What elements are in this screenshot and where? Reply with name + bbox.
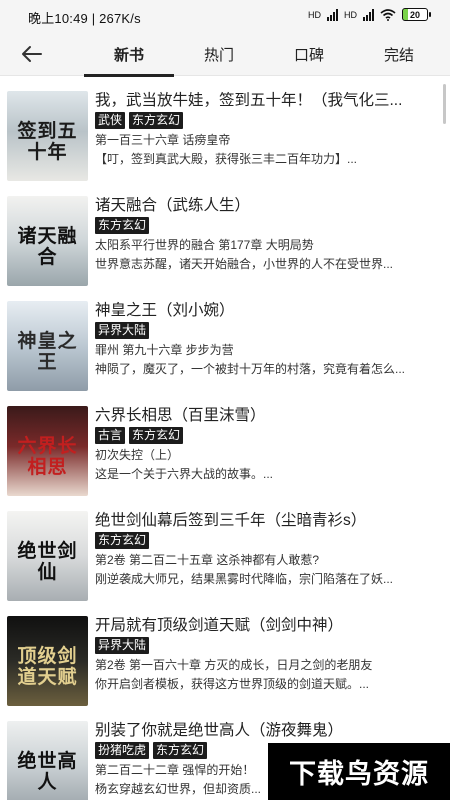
cover-title-text: 顶级剑道天赋: [17, 646, 78, 688]
back-button[interactable]: [18, 40, 46, 68]
cover-title-text: 诸天融合: [17, 226, 78, 268]
book-tags: 武侠 东方玄幻: [95, 112, 443, 130]
genre-tag: 东方玄幻: [129, 427, 184, 444]
book-description: 刚逆袭成大师兄，结果黑雾时代降临，宗门陷落在了妖...: [95, 572, 394, 586]
book-cover[interactable]: 诸天融合: [7, 196, 88, 286]
genre-tag: 东方玄幻: [129, 112, 184, 129]
latest-chapter: 太阳系平行世界的融合 第177章 大明局势: [95, 238, 314, 252]
book-description: 这是一个关于六界大战的故事。...: [95, 467, 274, 481]
book-cover[interactable]: 绝世高人: [7, 721, 88, 800]
battery-icon: 20: [402, 8, 431, 21]
genre-tag: 东方玄幻: [95, 217, 150, 234]
book-title[interactable]: 六界长相思（百里沫雪）: [95, 405, 443, 427]
book-list-item[interactable]: 签到五十年 我，武当放牛娃，签到五十年！（我气化三... 武侠 东方玄幻第一百三十六章…: [0, 80, 450, 185]
book-list-item[interactable]: 顶级剑道天赋 开局就有顶级剑道天赋（剑剑中神） 异界大陆第2卷 第一百六十章 方灭的…: [0, 605, 450, 710]
book-info: 绝世剑仙幕后签到三千年（尘暗青衫s） 东方玄幻第2卷 第二百二十五章 这杀神都有人…: [95, 510, 443, 589]
tab-1[interactable]: 热门: [174, 32, 264, 76]
signal-icon: [327, 8, 338, 21]
book-tags: 异界大陆: [95, 637, 443, 655]
genre-tag: 东方玄幻: [95, 532, 150, 549]
cover-title-text: 绝世高人: [17, 751, 78, 793]
book-title[interactable]: 绝世剑仙幕后签到三千年（尘暗青衫s）: [95, 510, 443, 532]
book-title[interactable]: 我，武当放牛娃，签到五十年！（我气化三...: [95, 90, 443, 112]
status-time: 晚上10:49 | 267K/s: [28, 11, 141, 26]
tab-0[interactable]: 新书: [84, 32, 174, 77]
book-info: 诸天融合（武练人生） 东方玄幻太阳系平行世界的融合 第177章 大明局势世界意志苏…: [95, 195, 443, 274]
book-cover[interactable]: 六界长相思: [7, 406, 88, 496]
net-type-label-2: HD: [344, 9, 357, 20]
cover-title-text: 神皇之王: [17, 331, 78, 373]
cover-title-text: 六界长相思: [17, 436, 78, 478]
book-tags: 东方玄幻: [95, 532, 443, 550]
arrow-left-icon: [22, 46, 42, 62]
book-list-item[interactable]: 诸天融合 诸天融合（武练人生） 东方玄幻太阳系平行世界的融合 第177章 大明局势世…: [0, 185, 450, 290]
book-cover[interactable]: 神皇之王: [7, 301, 88, 391]
book-description: 世界意志苏醒，诸天开始融合，小世界的人不在受世界...: [95, 257, 394, 271]
book-description: 神陨了，魔灭了，一个被封十万年的村落，究竟有着怎么...: [95, 362, 406, 376]
cover-title-text: 签到五十年: [17, 121, 78, 163]
genre-tag: 东方玄幻: [153, 742, 208, 759]
book-cover[interactable]: 绝世剑仙: [7, 511, 88, 601]
net-type-label: HD: [308, 9, 321, 20]
watermark-logo: 下载鸟资源: [268, 743, 450, 800]
book-tags: 异界大陆: [95, 322, 443, 340]
book-info: 我，武当放牛娃，签到五十年！（我气化三... 武侠 东方玄幻第一百三十六章 话痨皇帝…: [95, 90, 443, 169]
book-title[interactable]: 别装了你就是绝世高人（游夜舞鬼）: [95, 720, 443, 742]
latest-chapter: 第2卷 第二百二十五章 这杀神都有人敢惹?: [95, 553, 320, 567]
genre-tag: 古言: [95, 427, 126, 444]
signal-icon-2: [363, 8, 374, 21]
cover-title-text: 绝世剑仙: [17, 541, 78, 583]
latest-chapter: 初次失控（上）: [95, 448, 180, 462]
genre-tag: 扮猪吃虎: [95, 742, 150, 759]
latest-chapter: 第一百三十六章 话痨皇帝: [95, 133, 231, 147]
book-list-item[interactable]: 六界长相思 六界长相思（百里沫雪） 古言 东方玄幻初次失控（上） 这是一个关于六界大战的…: [0, 395, 450, 500]
book-cover[interactable]: 签到五十年: [7, 91, 88, 181]
book-info: 神皇之王（刘小婉） 异界大陆罪州 第九十六章 步步为营神陨了，魔灭了，一个被封十万…: [95, 300, 443, 379]
genre-tag: 异界大陆: [95, 322, 150, 339]
book-list: 签到五十年 我，武当放牛娃，签到五十年！（我气化三... 武侠 东方玄幻 第一百三十六章…: [0, 80, 450, 800]
watermark-text: 下载鸟资源: [289, 759, 429, 789]
book-title[interactable]: 开局就有顶级剑道天赋（剑剑中神）: [95, 615, 443, 637]
scrollbar[interactable]: [443, 84, 446, 124]
book-info: 开局就有顶级剑道天赋（剑剑中神） 异界大陆第2卷 第一百六十章 方灭的成长，日月之…: [95, 615, 443, 694]
status-icons: HD HD 20: [308, 8, 431, 21]
latest-chapter: 罪州 第九十六章 步步为营: [95, 343, 234, 357]
book-title[interactable]: 诸天融合（武练人生）: [95, 195, 443, 217]
book-title[interactable]: 神皇之王（刘小婉）: [95, 300, 443, 322]
wifi-icon: [380, 8, 396, 21]
book-tags: 古言 东方玄幻: [95, 427, 443, 445]
book-description: 【叮，签到真武大殿，获得张三丰二百年功力】...: [95, 152, 358, 166]
genre-tag: 武侠: [95, 112, 126, 129]
book-info: 六界长相思（百里沫雪） 古言 东方玄幻初次失控（上） 这是一个关于六界大战的故事。..…: [95, 405, 443, 484]
book-cover[interactable]: 顶级剑道天赋: [7, 616, 88, 706]
tab-2[interactable]: 口碑: [264, 32, 354, 76]
category-tabs: 新书 热门 口碑 完结: [84, 32, 444, 77]
latest-chapter: 第2卷 第一百六十章 方灭的成长，日月之剑的老朋友: [95, 658, 373, 672]
book-tags: 东方玄幻: [95, 217, 443, 235]
book-list-item[interactable]: 神皇之王 神皇之王（刘小婉） 异界大陆罪州 第九十六章 步步为营神陨了，魔灭了，一个…: [0, 290, 450, 395]
tab-3[interactable]: 完结: [354, 32, 444, 76]
genre-tag: 异界大陆: [95, 637, 150, 654]
book-description: 你开启剑者模板，获得这方世界顶级的剑道天赋。...: [95, 677, 370, 691]
book-list-item[interactable]: 绝世剑仙 绝世剑仙幕后签到三千年（尘暗青衫s） 东方玄幻第2卷 第二百二十五章 这杀…: [0, 500, 450, 605]
top-navbar: 新书 热门 口碑 完结: [0, 32, 450, 77]
status-bar: 晚上10:49 | 267K/s HD HD 20: [0, 0, 450, 32]
